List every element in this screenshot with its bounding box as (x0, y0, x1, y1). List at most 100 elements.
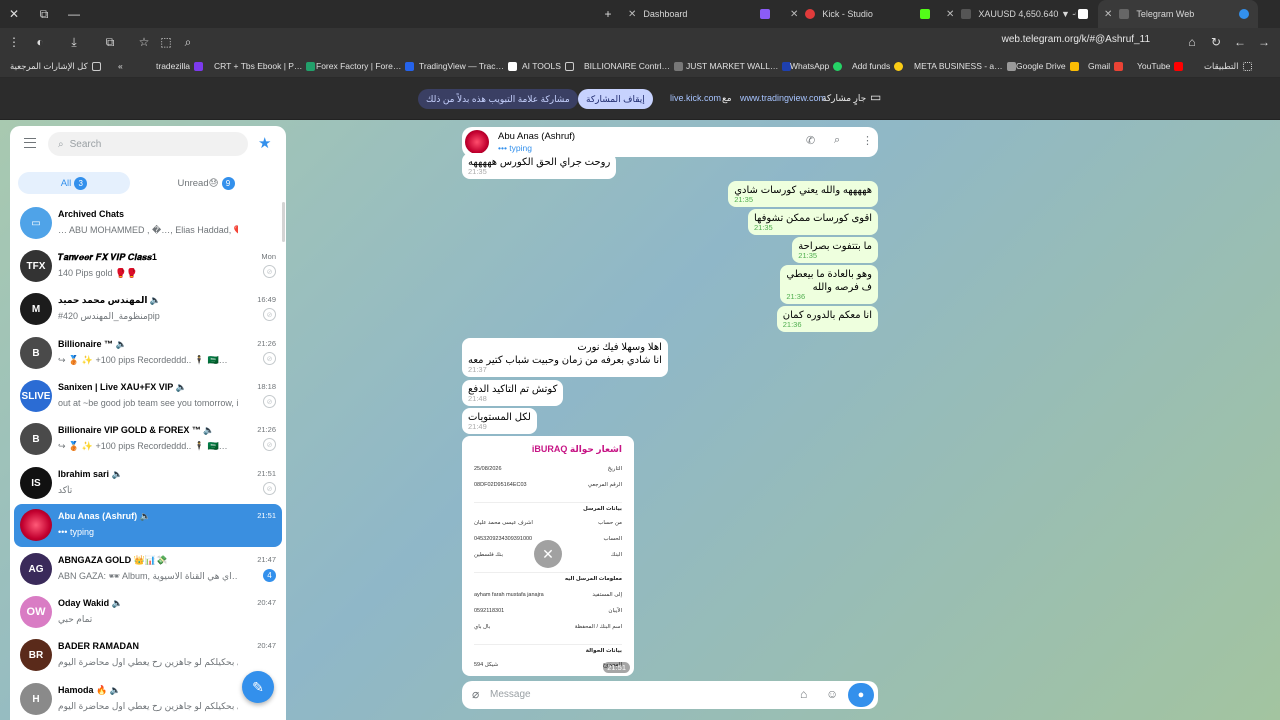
more-icon[interactable]: ⋮ (2, 28, 26, 56)
screen-share-icon: ▭ (870, 90, 882, 104)
filter-tab-all[interactable]: All 3 (18, 172, 130, 194)
chat-preview: out at ~be good job team see you tomorro… (58, 398, 238, 408)
outgoing-message[interactable]: انا معكم بالدوره كمان 21:36 (776, 306, 878, 332)
outgoing-message[interactable]: هههههه والله يعني كورسات شادي 21:35 (728, 181, 878, 207)
chat-time: 16:49 (257, 295, 276, 304)
chat-list-item[interactable]: IS Ibrahim sari 🔈 تأكد 21:51 ⊘ (14, 462, 282, 505)
download-icon[interactable]: ⤓ (62, 28, 86, 56)
bookmark-justmarket[interactable]: JUST MARKET WALL… (686, 61, 792, 71)
hamburger-menu-icon[interactable] (24, 138, 36, 148)
emoji-icon[interactable]: ☺ (826, 687, 838, 701)
tab-search-icon[interactable]: ⧉ (32, 0, 56, 28)
chat-preview: ABN GAZA: 🕶 Album, اي هي القناة الاسيوية… (58, 571, 238, 581)
screenshot-icon[interactable]: ⬚ (154, 28, 178, 56)
back-icon[interactable]: ← (1228, 28, 1252, 56)
chat-list-item[interactable]: B Billionaire ™ 🔈 ↪ 🥉 ✨ +100 pips Recorded… (14, 332, 282, 375)
outgoing-message[interactable]: ما بتتفوت بصراحة 21:35 (792, 237, 878, 263)
bookmark-tradingview[interactable]: TradingView — Trac… (419, 61, 518, 71)
receipt-image[interactable]: اشعار حوالة iBURAQ بيانات المرسل معلومات … (462, 436, 634, 676)
bookmark-whatsapp[interactable]: WhatsApp (790, 61, 843, 71)
more-options-icon[interactable]: ⋮ (862, 134, 873, 147)
shared-site-2[interactable]: www.tradingview.com (740, 93, 826, 103)
new-tab-icon[interactable]: + (596, 0, 620, 28)
chat-sidebar: ⌕ Search ★ All 3 Unread😓 9 ▭ Archived Cha… (10, 126, 286, 720)
bookmark-forexfactory[interactable]: Forex Factory | Fore… (316, 61, 415, 71)
receipt-label: اسم البنك / المحفظة (574, 624, 622, 630)
bookmark-all[interactable]: كل الإشارات المرجعية (10, 61, 101, 72)
contact-avatar[interactable] (465, 130, 489, 154)
attach-paperclip-icon[interactable]: ⌀ (472, 687, 479, 701)
address-bar[interactable]: web.telegram.org/k/#@Ashruf_11 (1002, 34, 1150, 45)
bookmark-youtube[interactable]: YouTube (1137, 61, 1184, 71)
phone-icon[interactable]: ✆ (806, 134, 815, 147)
tab-xauusd[interactable]: ✕ XAUUSD 4,650.640 ▼ -0.0… (946, 0, 1076, 28)
new-message-pencil-icon[interactable]: ✎ (242, 671, 274, 703)
microphone-icon[interactable]: ● (848, 683, 874, 707)
chat-list-item[interactable]: OW Oday Wakid 🔈 تمام حبي 20:47 (14, 591, 282, 634)
chat-list-item[interactable]: B Billionaire VIP GOLD & FOREX ™ 🔈 ↪ 🥉 ✨ +… (14, 418, 282, 461)
tab-kick-studio[interactable]: ✕ Kick - Studio (790, 0, 910, 28)
close-icon[interactable]: ✕ (628, 9, 636, 20)
incoming-message[interactable]: كوتش تم التاكيد الدفع 21:48 (462, 380, 564, 406)
reload-icon[interactable]: ↻ (1204, 28, 1228, 56)
bookmark-star-icon[interactable]: ☆ (132, 28, 156, 56)
bookmark-addfunds[interactable]: Add funds (852, 61, 904, 71)
folder-icon (91, 62, 101, 71)
gift-icon[interactable]: ⌂ (800, 687, 807, 701)
filter-tab-unread[interactable]: Unread😓 9 (150, 172, 262, 194)
minimize-icon[interactable]: — (62, 0, 86, 28)
search-icon[interactable]: ⌕ (834, 134, 840, 147)
bookmark-billionaire[interactable]: BILLIONAIRE Contrl… (584, 61, 683, 71)
close-icon[interactable]: ✕ (946, 9, 954, 20)
bookmark-crt[interactable]: CRT + Tbs Ebook | P… (214, 61, 316, 71)
incoming-message[interactable]: لكل المستويات 21:49 (462, 408, 537, 434)
receipt-row: 25/08/2026 التاريخ (474, 466, 622, 475)
extensions-icon[interactable]: ◐ (28, 28, 52, 56)
chat-list-item[interactable]: M المهندس محمد حميد 🔈 #منظومة_المهندس 420p… (14, 288, 282, 331)
tab-kick[interactable] (920, 0, 934, 28)
tab-pinned[interactable] (760, 0, 780, 28)
incoming-message[interactable]: اهلا وسهلا فيك نورت انا شادي بعرفه من زما… (462, 338, 668, 377)
close-window-icon[interactable]: ✕ (2, 0, 26, 28)
chat-list-item[interactable]: BR BADER RAMADAN شادي بحكيلكم لو جاهزين رح… (14, 634, 282, 677)
forward-icon[interactable]: → (1252, 28, 1276, 56)
chat-list-item[interactable]: SLIVE Sanixen | Live XAU+FX VIP 🔈 out at ~… (14, 375, 282, 418)
shared-site-1[interactable]: live.kick.com (670, 93, 721, 103)
tab-dashboard[interactable]: ✕ Dashboard (628, 0, 758, 28)
incoming-message[interactable]: روحت جراي الحق الكورس هههههه 21:35 (462, 153, 617, 179)
chat-preview: ↪ 🥉 ✨ +100 pips Recordeddd.. 🕴 🇸🇦… (58, 441, 228, 451)
outgoing-message[interactable]: اقوى كورسات ممكن تشوفها 21:35 (747, 209, 878, 235)
bookmarks-bar: كل الإشارات المرجعية « tradezilla CRT + … (0, 56, 1280, 78)
saved-star-icon[interactable]: ★ (258, 134, 271, 152)
message-time: 21:37 (468, 365, 487, 374)
bookmark-tradezilla[interactable]: tradezilla (156, 61, 204, 71)
share-this-tab-button[interactable]: مشاركة علامة التبويب هذه بدلاً من ذلك (418, 89, 578, 109)
outgoing-message[interactable]: وهو بالعادة ما بيعطي ف فرصه والله 21:36 (780, 265, 878, 304)
tab-tv[interactable] (1078, 0, 1092, 28)
close-icon[interactable]: ✕ (1104, 9, 1112, 20)
message-text: وهو بالعادة ما بيعطي (786, 269, 872, 280)
sidebar-scrollbar[interactable] (282, 202, 285, 242)
chat-preview: شادي بحكيلكم لو جاهزين رح يعطي اول محاضر… (58, 701, 238, 711)
chat-list-item[interactable]: ▭ Archived Chats … ABU MOHAMMED , �…, Elia… (14, 202, 282, 245)
receipt-row: اشرف عيسى محمد عليان من حساب (474, 520, 622, 529)
close-icon[interactable]: ✕ (534, 540, 562, 568)
chat-list-item[interactable]: AG ABNGAZA GOLD 👑📊💸 ABN GAZA: 🕶 Album, اي … (14, 548, 282, 591)
receipt-label: الآيبان (608, 608, 622, 614)
chat-list-item[interactable]: Abu Anas (Ashruf) 🔈 ••• typing 21:51 (14, 504, 282, 547)
bookmark-meta[interactable]: META BUSINESS - a… (914, 61, 1016, 71)
tab-telegram-web[interactable]: ✕ Telegram Web (1098, 0, 1258, 28)
bookmark-gmail[interactable]: Gmail (1088, 61, 1124, 71)
bookmark-apps[interactable]: التطبيقات (1204, 61, 1252, 72)
bookmark-aitools[interactable]: AI TOOLS (522, 61, 574, 71)
message-input[interactable]: Message (490, 689, 531, 700)
home-icon[interactable]: ⌂ (1180, 28, 1204, 56)
close-icon[interactable]: ✕ (790, 9, 798, 20)
zoom-icon[interactable]: ⌕ (176, 28, 200, 56)
stop-sharing-button[interactable]: إيقاف المشاركة (578, 89, 653, 109)
bookmark-drive[interactable]: Google Drive (1016, 61, 1079, 71)
search-input[interactable]: ⌕ Search (48, 132, 248, 156)
share-icon[interactable]: ⧉ (98, 28, 122, 56)
chat-list-item[interactable]: TFX 𝑻𝒂𝒏𝒗𝒆𝒆𝒓 𝑭𝑿 𝑽𝑰𝑷 𝑪𝒍𝒂𝒔𝒔1 140 Pips gold 🥊🥊… (14, 245, 282, 288)
bookmarks-overflow-icon[interactable]: « (118, 61, 123, 71)
